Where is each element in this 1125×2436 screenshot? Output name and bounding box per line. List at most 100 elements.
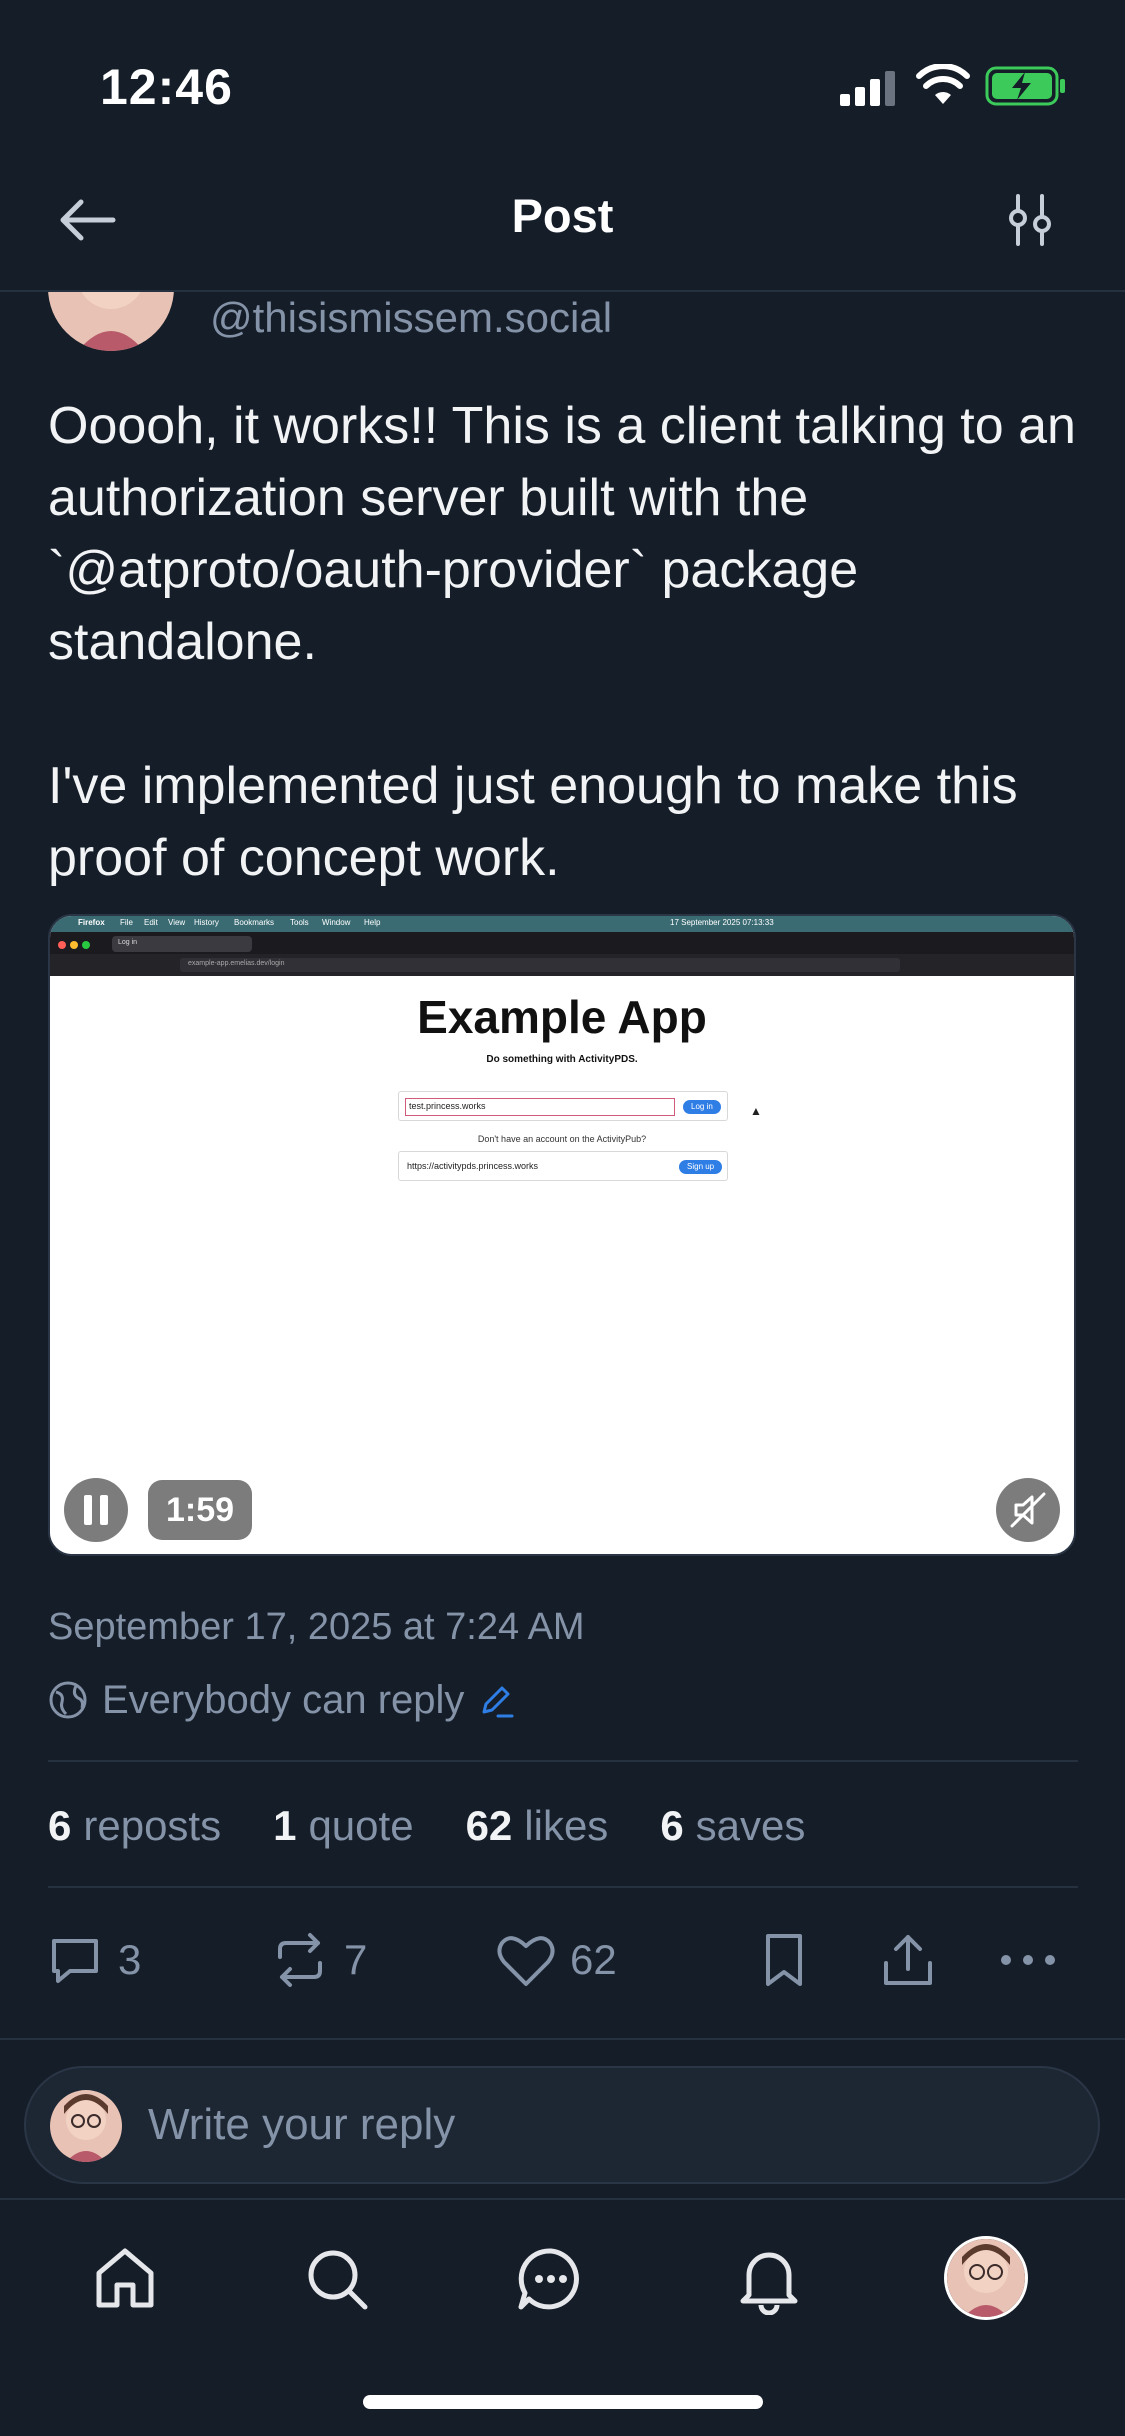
stat-label: quote bbox=[308, 1802, 414, 1849]
tab-notifications[interactable] bbox=[724, 2234, 814, 2324]
reply-count: 3 bbox=[118, 1936, 142, 1983]
status-bar: 12:46 bbox=[0, 0, 1125, 150]
menubar-app: Firefox bbox=[78, 918, 105, 927]
stat-reposts[interactable]: 6 reposts bbox=[48, 1802, 221, 1850]
stat-quotes[interactable]: 1 quote bbox=[273, 1802, 413, 1850]
globe-icon bbox=[48, 1680, 88, 1720]
author-handle[interactable]: @thisismissem.social bbox=[210, 294, 612, 342]
browser-url-text: example-app.emelias.dev/login bbox=[188, 960, 285, 967]
window-zoom-dot bbox=[82, 941, 90, 949]
menubar-item: Tools bbox=[290, 918, 309, 927]
mute-button[interactable] bbox=[996, 1478, 1060, 1542]
browser-url-field: example-app.emelias.dev/login bbox=[180, 958, 900, 972]
thread-settings-button[interactable] bbox=[1000, 190, 1060, 250]
menubar-item: View bbox=[168, 918, 186, 927]
heart-icon bbox=[497, 1936, 555, 1986]
mouse-cursor-icon: ▲ bbox=[750, 1104, 762, 1118]
browser-tab: Log in bbox=[112, 936, 252, 952]
divider bbox=[48, 1886, 1078, 1888]
search-icon bbox=[308, 2250, 368, 2310]
reply-composer[interactable]: Write your reply bbox=[24, 2066, 1100, 2184]
page-title: Post bbox=[511, 189, 614, 242]
stat-label: reposts bbox=[83, 1802, 222, 1849]
comment-icon bbox=[52, 1939, 98, 1983]
post-text: Ooooh, it works!! This is a client talki… bbox=[48, 390, 1088, 894]
tab-home[interactable] bbox=[80, 2234, 170, 2324]
repost-count: 7 bbox=[344, 1936, 368, 1983]
notifications-bell-icon bbox=[740, 2252, 798, 2315]
battery-charging-icon bbox=[985, 66, 1067, 111]
post-paragraph: Ooooh, it works!! This is a client talki… bbox=[48, 397, 1076, 671]
login-form: test.princess.works Log in bbox=[398, 1091, 728, 1121]
pause-button[interactable] bbox=[64, 1478, 128, 1542]
repost-button[interactable]: 7 bbox=[270, 1928, 367, 1992]
stat-saves[interactable]: 6 saves bbox=[660, 1802, 805, 1850]
chat-icon bbox=[518, 2248, 579, 2310]
pencil-icon[interactable] bbox=[478, 1682, 514, 1718]
stat-likes[interactable]: 62 likes bbox=[466, 1802, 609, 1850]
home-icon bbox=[96, 2248, 154, 2308]
tab-profile[interactable] bbox=[944, 2236, 1028, 2320]
tab-chat[interactable] bbox=[506, 2234, 596, 2324]
reply-setting[interactable]: Everybody can reply bbox=[48, 1672, 514, 1728]
stat-count: 6 bbox=[48, 1802, 72, 1849]
video-duration: 1:59 bbox=[148, 1480, 253, 1540]
reply-setting-label: Everybody can reply bbox=[102, 1677, 465, 1722]
wifi-icon bbox=[916, 63, 970, 111]
browser-url-bar: example-app.emelias.dev/login bbox=[50, 954, 1074, 976]
profile-avatar bbox=[947, 2239, 1025, 2317]
menubar-item: Help bbox=[364, 918, 381, 927]
like-count: 62 bbox=[570, 1936, 617, 1983]
share-button[interactable] bbox=[880, 1928, 950, 1992]
login-button: Log in bbox=[683, 1100, 721, 1114]
window-close-dot bbox=[58, 941, 66, 949]
repost-icon bbox=[278, 1933, 322, 1987]
post-paragraph: I've implemented just enough to make thi… bbox=[48, 757, 1018, 887]
more-options-button[interactable] bbox=[998, 1928, 1072, 1992]
menubar-item: Window bbox=[322, 918, 351, 927]
cellular-signal-icon bbox=[840, 70, 900, 111]
menubar-item: File bbox=[120, 918, 133, 927]
stat-count: 1 bbox=[273, 1802, 297, 1849]
signup-button: Sign up bbox=[679, 1160, 723, 1174]
video-player[interactable]: Firefox File Edit View History Bookmarks… bbox=[48, 914, 1076, 1556]
stat-label: saves bbox=[695, 1802, 806, 1849]
divider bbox=[0, 2038, 1125, 2040]
stat-count: 6 bbox=[660, 1802, 684, 1849]
my-avatar bbox=[50, 2090, 122, 2162]
reply-button[interactable]: 3 bbox=[46, 1928, 141, 1992]
browser-tab-bar: Log in bbox=[50, 932, 1074, 954]
ellipsis-icon bbox=[1001, 1955, 1055, 1965]
login-input: test.princess.works bbox=[405, 1098, 675, 1116]
reply-input-placeholder[interactable]: Write your reply bbox=[148, 2100, 455, 2150]
post-stats: 6 reposts 1 quote 62 likes 6 saves bbox=[48, 1796, 857, 1856]
share-icon bbox=[884, 1935, 932, 1985]
menubar-item: History bbox=[194, 918, 219, 927]
no-account-text: Don't have an account on the ActivityPub… bbox=[477, 1134, 647, 1144]
pause-icon bbox=[84, 1495, 108, 1525]
signup-form: https://activitypds.princess.works Sign … bbox=[398, 1151, 728, 1181]
bookmark-icon bbox=[766, 1934, 802, 1986]
bookmark-button[interactable] bbox=[760, 1928, 822, 1992]
video-menubar: Firefox File Edit View History Bookmarks… bbox=[50, 916, 1074, 932]
post-actions: 3 7 62 bbox=[0, 1920, 1125, 2000]
like-button[interactable]: 62 bbox=[496, 1928, 617, 1992]
tab-search[interactable] bbox=[292, 2234, 382, 2324]
example-app-subtitle: Do something with ActivityPDS. bbox=[486, 1054, 638, 1065]
menubar-item: Bookmarks bbox=[234, 918, 275, 927]
stat-count: 62 bbox=[465, 1802, 513, 1849]
browser-tab-title: Log in bbox=[118, 939, 138, 946]
example-app-title: Example App bbox=[417, 991, 707, 1043]
signup-input: https://activitypds.princess.works bbox=[407, 1161, 539, 1171]
sliders-icon bbox=[1009, 194, 1051, 246]
stat-label: likes bbox=[524, 1802, 609, 1849]
post-timestamp: September 17, 2025 at 7:24 AM bbox=[48, 1606, 585, 1648]
speaker-muted-icon bbox=[1010, 1492, 1046, 1528]
menubar-date: 17 September 2025 07:13:33 bbox=[670, 918, 774, 927]
top-header: Post bbox=[0, 150, 1125, 292]
video-page-content: Example App Do something with ActivityPD… bbox=[50, 976, 1074, 1554]
home-indicator bbox=[363, 2395, 763, 2409]
window-minimize-dot bbox=[70, 941, 78, 949]
status-time: 12:46 bbox=[100, 59, 233, 115]
divider bbox=[48, 1760, 1078, 1762]
